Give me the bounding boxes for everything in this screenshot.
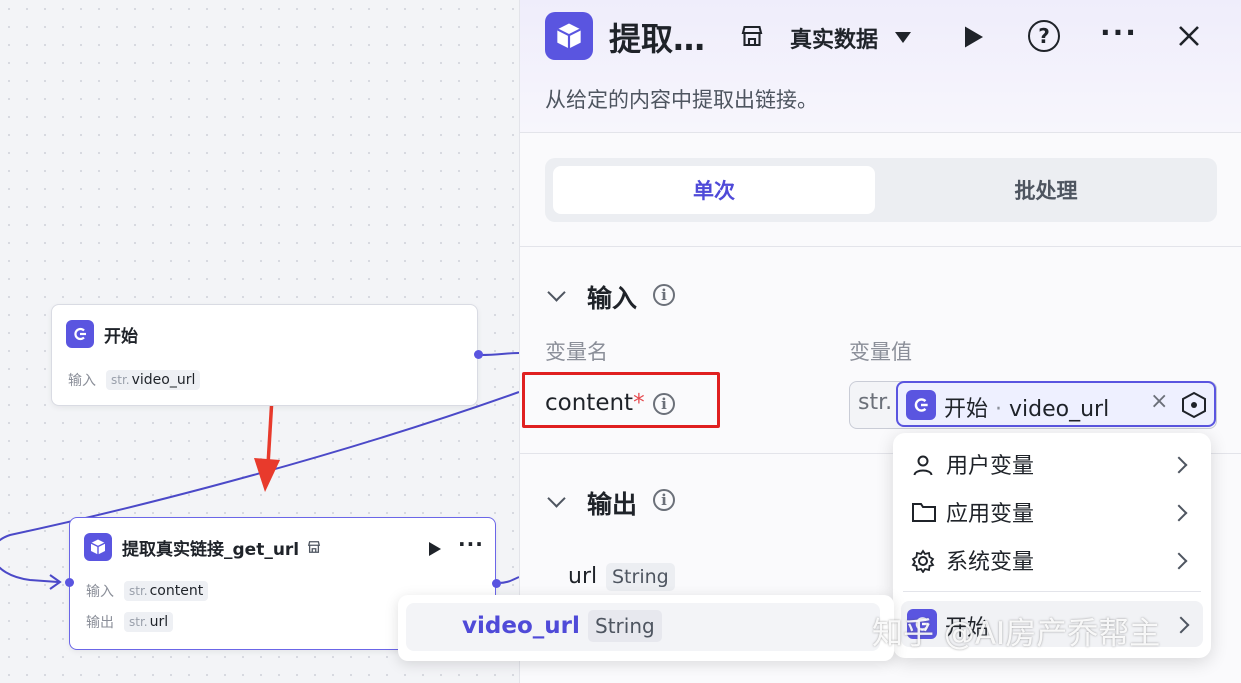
tab-single[interactable]: 单次: [553, 166, 875, 214]
divider: [520, 246, 1241, 247]
variable-tooltip: video_url String: [398, 595, 894, 661]
panel-header: 提取… 真实数据 ? ··· 从给定的内容中提取出链接。: [520, 0, 1241, 133]
annotation-highlight-box: [522, 372, 720, 428]
mode-tabs: 单次 批处理: [545, 158, 1217, 222]
red-arrowhead: [254, 458, 280, 492]
help-icon[interactable]: ?: [1028, 20, 1060, 52]
chevron-down-icon[interactable]: [547, 283, 566, 302]
store-icon: [741, 25, 763, 47]
cube-icon: [84, 533, 112, 561]
input-section-title: 输入: [587, 284, 638, 313]
extract-node-output-tag: str. url: [124, 612, 174, 632]
output-var-type: String: [606, 563, 675, 591]
col-var-value: 变量值: [849, 340, 912, 364]
panel-title: 提取…: [609, 20, 706, 58]
start-node-output-port[interactable]: [474, 350, 483, 359]
col-var-name: 变量名: [545, 340, 608, 364]
chevron-right-icon: [1170, 456, 1188, 474]
start-node-input-tag: str. video_url: [106, 370, 201, 390]
dropdown-item-app-vars[interactable]: 应用变量: [893, 489, 1211, 535]
value-type-prefix: str.: [858, 390, 893, 415]
close-icon[interactable]: [1177, 24, 1201, 48]
extract-node-input-tag: str. content: [124, 581, 209, 601]
reference-text: 开始 · video_url: [944, 397, 1110, 422]
chevron-right-icon: [1170, 552, 1188, 570]
start-node-title: 开始: [104, 326, 138, 347]
store-icon: [308, 541, 321, 553]
extract-node-input-label: 输入: [86, 584, 114, 600]
variable-reference-chip[interactable]: 开始 · video_url ×: [896, 381, 1216, 427]
panel-description: 从给定的内容中提取出链接。: [545, 88, 818, 112]
run-icon[interactable]: [963, 25, 985, 49]
run-icon[interactable]: [428, 541, 442, 557]
environment-select[interactable]: 真实数据: [790, 22, 878, 54]
start-icon: [66, 320, 94, 348]
edge-extract-out: [497, 576, 520, 584]
dropdown-item-user-vars[interactable]: 用户变量: [893, 441, 1211, 487]
tooltip-var-name: video_url: [462, 613, 580, 639]
user-icon: [913, 455, 933, 476]
info-icon[interactable]: i: [653, 489, 675, 511]
variable-value-field[interactable]: str. 开始 · video_url ×: [849, 381, 1217, 429]
extract-node-title: 提取真实链接_get_url: [122, 539, 300, 560]
extract-node-output-port[interactable]: [492, 579, 501, 588]
chevron-down-icon[interactable]: [895, 32, 911, 43]
chevron-right-icon: [1172, 616, 1190, 634]
start-node[interactable]: 开始 输入 str. video_url: [51, 304, 478, 406]
output-var-name: url: [568, 564, 598, 589]
output-section-title: 输出: [587, 490, 638, 519]
tab-batch[interactable]: 批处理: [885, 166, 1207, 214]
start-icon: [906, 390, 936, 420]
tooltip-var-type: String: [588, 610, 662, 642]
info-icon[interactable]: i: [653, 284, 675, 306]
more-icon[interactable]: ···: [1100, 16, 1138, 49]
tooltip-item[interactable]: video_url String: [406, 603, 880, 651]
folder-icon: [912, 503, 936, 522]
edge-start-to-panel: [479, 352, 520, 356]
chevron-down-icon[interactable]: [547, 489, 566, 508]
extract-node-output-label: 输出: [86, 615, 114, 631]
watermark: 知乎 @AI房产乔帮主: [872, 616, 1161, 652]
clear-reference-button[interactable]: ×: [1150, 389, 1168, 414]
variable-picker-icon[interactable]: [1180, 391, 1208, 419]
extract-node-input-port[interactable]: [65, 578, 74, 587]
start-node-input-label: 输入: [68, 373, 96, 389]
chevron-right-icon: [1170, 504, 1188, 522]
divider: [903, 591, 1201, 592]
dropdown-item-system-vars[interactable]: 系统变量: [893, 537, 1211, 583]
gear-icon: [911, 549, 935, 573]
cube-icon: [545, 12, 593, 60]
more-icon[interactable]: ···: [458, 532, 484, 556]
